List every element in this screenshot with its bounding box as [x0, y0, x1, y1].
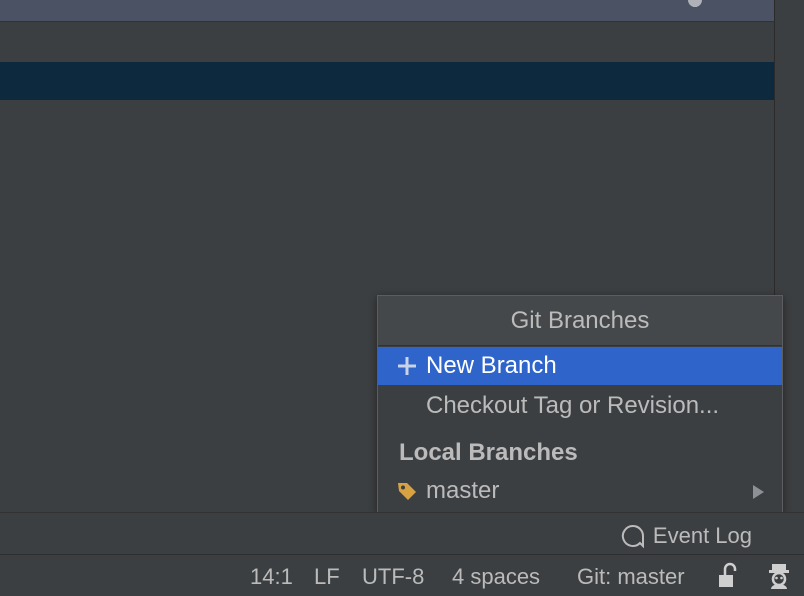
event-log-label: Event Log — [652, 523, 752, 548]
checkout-tag-item[interactable]: Checkout Tag or Revision... — [378, 387, 782, 425]
branch-item-master[interactable]: master — [378, 472, 782, 510]
top-tool-header — [0, 0, 774, 22]
hector-icon[interactable] — [766, 562, 792, 590]
tool-window-bar: Event Log — [0, 512, 804, 555]
selected-list-row[interactable] — [0, 62, 774, 100]
line-separator[interactable]: LF — [314, 564, 340, 590]
gear-icon[interactable] — [682, 0, 708, 8]
vcs-branch-widget[interactable]: Git: master — [577, 564, 685, 590]
file-encoding[interactable]: UTF-8 — [362, 564, 424, 590]
new-branch-item[interactable]: New Branch — [378, 347, 782, 385]
submenu-arrow-icon — [753, 485, 764, 499]
popup-title: Git Branches — [378, 296, 782, 346]
event-log-button[interactable]: Event Log — [621, 523, 752, 549]
local-branches-header: Local Branches — [399, 439, 578, 466]
branch-label: master — [426, 477, 500, 504]
new-branch-label: New Branch — [426, 352, 557, 379]
status-bar: 14:1 LF UTF-8 4 spaces Git: master — [0, 554, 804, 596]
git-branches-popup: Git Branches New Branch Checkout Tag or … — [377, 295, 783, 513]
ide-window: Git Branches New Branch Checkout Tag or … — [0, 0, 804, 596]
tag-icon — [398, 483, 416, 500]
unlocked-icon[interactable] — [716, 562, 742, 590]
indent-setting[interactable]: 4 spaces — [452, 564, 540, 590]
checkout-tag-label: Checkout Tag or Revision... — [426, 392, 720, 419]
speech-bubble-icon — [621, 524, 644, 548]
caret-position[interactable]: 14:1 — [250, 564, 293, 590]
plus-icon — [398, 357, 416, 375]
